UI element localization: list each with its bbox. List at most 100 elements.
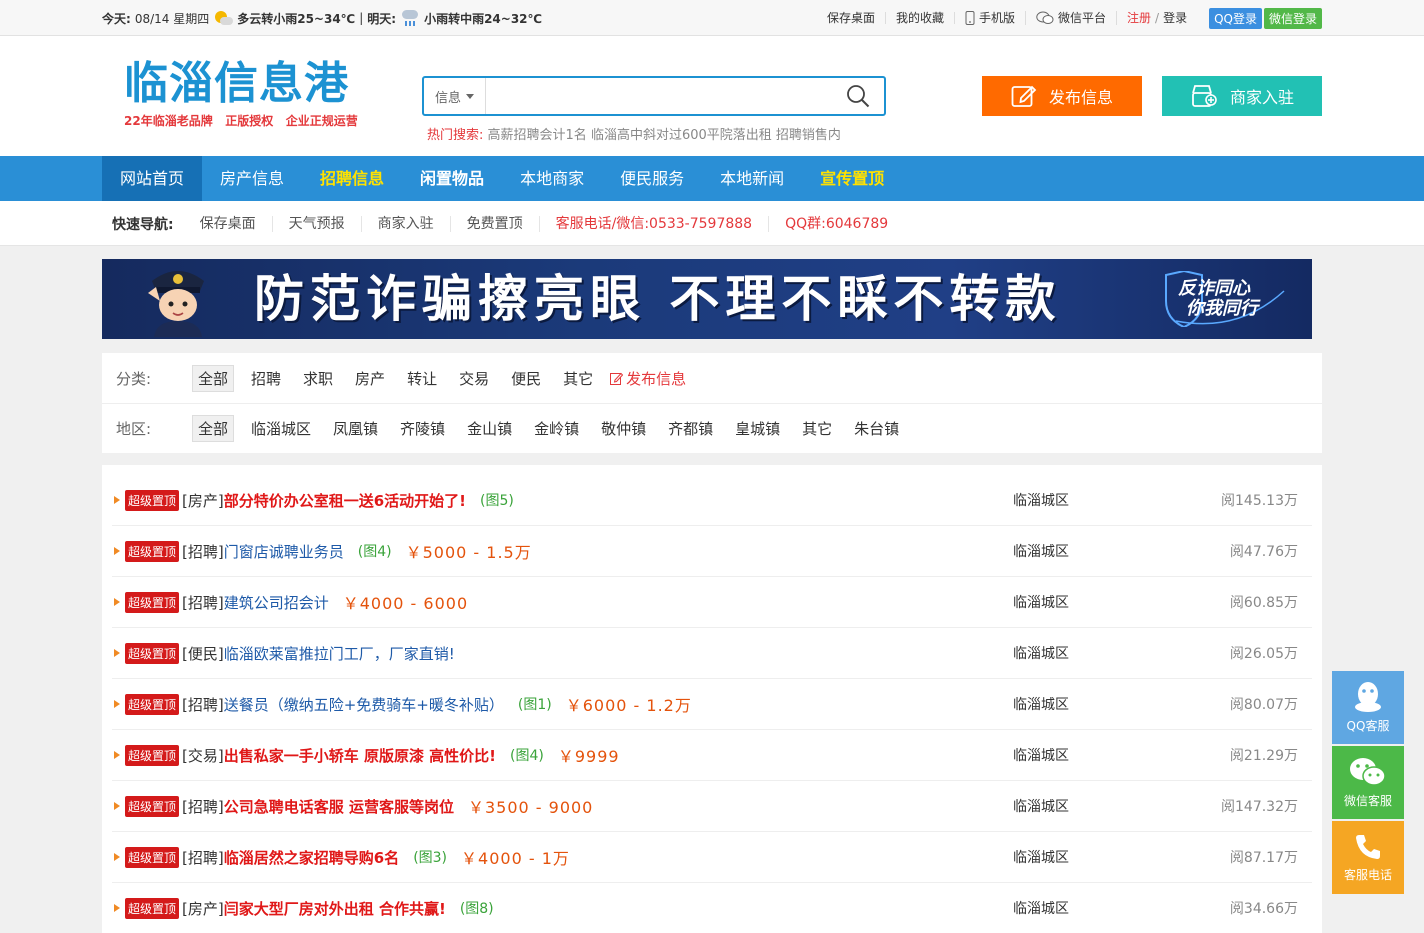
region-item[interactable]: 金山镇 — [462, 416, 517, 441]
quick-save-desktop[interactable]: 保存桌面 — [184, 216, 272, 232]
listing-row[interactable]: 超级置顶 [房产] 部分特价办公室租一送6活动开始了! (图5) 临淄城区 阅145.13… — [112, 475, 1312, 526]
listing-title-link[interactable]: 部分特价办公室租一送6活动开始了! — [224, 490, 466, 511]
region-item[interactable]: 皇城镇 — [730, 416, 785, 441]
category-trade[interactable]: 交易 — [454, 366, 494, 391]
category-transfer[interactable]: 转让 — [402, 366, 442, 391]
nav-real-estate[interactable]: 房产信息 — [202, 156, 302, 201]
hot-keyword[interactable]: 临淄高中斜对过600平院落出租 — [591, 128, 772, 143]
listing-title-link[interactable]: 送餐员（缴纳五险+免费骑车+暖冬补贴） — [224, 694, 504, 715]
arrow-right-icon — [114, 802, 120, 810]
nav-services[interactable]: 便民服务 — [602, 156, 702, 201]
listing-title-link[interactable]: 出售私家一手小轿车 原版原漆 高性价比! — [224, 745, 496, 766]
search-button[interactable] — [832, 78, 884, 114]
wechat-login-button[interactable]: 微信登录 — [1263, 7, 1322, 29]
category-other[interactable]: 其它 — [558, 366, 598, 391]
nav-local-business[interactable]: 本地商家 — [502, 156, 602, 201]
listing-row[interactable]: 超级置顶 [招聘] 门窗店诚聘业务员 (图4) ￥5000 - 1.5万 临淄城区 阅47.… — [112, 526, 1312, 577]
wechat-icon — [1350, 758, 1386, 786]
listing-views: 阅147.32万 — [1221, 799, 1298, 815]
top-pin-badge: 超级置顶 — [125, 540, 180, 562]
mobile-link-label: 手机版 — [978, 11, 1015, 25]
region-item[interactable]: 齐都镇 — [663, 416, 718, 441]
listing-title-link[interactable]: 临淄欧莱富推拉门工厂，厂家直销! — [224, 643, 455, 664]
listing-area: 临淄城区 — [1013, 901, 1069, 917]
region-item[interactable]: 金岭镇 — [529, 416, 584, 441]
phone-service-label: 客服电话 — [1343, 868, 1392, 882]
nav-home[interactable]: 网站首页 — [102, 156, 203, 201]
anti-fraud-banner[interactable]: 防范诈骗擦亮眼 不理不睬不转款 反诈同心 你我同行 — [102, 259, 1312, 339]
listing-row[interactable]: 超级置顶 [房产] 闫家大型厂房对外出租 合作共赢! (图8) 临淄城区 阅34.66万 — [112, 883, 1312, 933]
quick-nav-label: 快速导航: — [112, 216, 174, 233]
search-category-select[interactable]: 信息 — [424, 78, 486, 114]
login-link[interactable]: 登录 — [1163, 12, 1187, 24]
listing-views: 阅34.66万 — [1229, 901, 1298, 917]
mobile-link[interactable]: 手机版 — [955, 11, 1026, 25]
listing-title-link[interactable]: 公司急聘电话客服 运营客服等岗位 — [224, 796, 454, 817]
nav-news[interactable]: 本地新闻 — [702, 156, 802, 201]
category-all[interactable]: 全部 — [192, 364, 235, 392]
category-filter-row: 分类: 全部 招聘 求职 房产 转让 交易 便民 其它 发布信息 — [102, 353, 1322, 403]
today-weather: 多云转小雨25~34℃ — [237, 11, 356, 26]
region-all[interactable]: 全部 — [192, 415, 235, 442]
listing-title-link[interactable]: 临淄居然之家招聘导购6名 — [224, 847, 399, 868]
nav-jobs[interactable]: 招聘信息 — [302, 156, 402, 201]
qq-group: QQ群:6046789 — [768, 215, 904, 232]
region-item[interactable]: 朱台镇 — [849, 416, 904, 441]
register-link[interactable]: 注册 — [1127, 12, 1151, 24]
site-logo[interactable]: 临淄信息港 22年临淄老品牌 正版授权 企业正规运营 — [124, 58, 358, 129]
region-filter-label: 地区: — [116, 420, 152, 438]
listing-title-link[interactable]: 建筑公司招会计 — [224, 592, 329, 613]
top-pin-badge: 超级置顶 — [125, 846, 180, 868]
nav-promote[interactable]: 宣传置顶 — [802, 156, 902, 201]
weather-divider: | — [359, 11, 364, 25]
badge-line-1: 反诈同心 — [1178, 278, 1250, 299]
listing-title-link[interactable]: 门窗店诚聘业务员 — [224, 541, 344, 562]
wechat-service-button[interactable]: 微信客服 — [1332, 746, 1404, 819]
search-input[interactable] — [486, 78, 832, 114]
hot-keyword[interactable]: 招聘销售内 — [776, 128, 841, 143]
category-jobs[interactable]: 招聘 — [246, 366, 286, 391]
logo-slogan: 22年临淄老品牌 正版授权 企业正规运营 — [124, 114, 358, 128]
qq-service-button[interactable]: QQ客服 — [1332, 671, 1404, 744]
region-item[interactable]: 凤凰镇 — [328, 416, 383, 441]
phone-service-button[interactable]: 客服电话 — [1332, 821, 1404, 894]
listing-row[interactable]: 超级置顶 [交易] 出售私家一手小轿车 原版原漆 高性价比! (图4) ￥9999 临淄城… — [112, 730, 1312, 781]
nav-secondhand[interactable]: 闲置物品 — [402, 156, 502, 201]
filter-panel: 分类: 全部 招聘 求职 房产 转让 交易 便民 其它 发布信息 地区: 全部 … — [102, 353, 1322, 453]
quick-free-top[interactable]: 免费置顶 — [449, 215, 539, 232]
tomorrow-weather: 小雨转中雨24~32℃ — [424, 11, 543, 26]
listing-area: 临淄城区 — [1013, 799, 1069, 815]
region-item[interactable]: 其它 — [797, 416, 837, 441]
post-info-button[interactable]: 发布信息 — [982, 76, 1142, 116]
listing-row[interactable]: 超级置顶 [招聘] 建筑公司招会计 ￥4000 - 6000 临淄城区 阅60.85万 — [112, 577, 1312, 628]
top-pin-badge: 超级置顶 — [125, 489, 180, 511]
qq-login-button[interactable]: QQ登录 — [1209, 7, 1262, 29]
listing-row[interactable]: 超级置顶 [招聘] 临淄居然之家招聘导购6名 (图3) ￥4000 - 1万 临淄城区 阅8… — [112, 832, 1312, 883]
listing-title-link[interactable]: 闫家大型厂房对外出租 合作共赢! — [224, 898, 446, 919]
category-services[interactable]: 便民 — [506, 366, 546, 391]
region-item[interactable]: 敬仲镇 — [596, 416, 651, 441]
quick-weather[interactable]: 天气预报 — [271, 215, 361, 232]
listing-image-count: (图3) — [413, 850, 448, 866]
floating-service-panel: QQ客服 微信客服 客服电话 — [1332, 671, 1404, 896]
arrow-right-icon — [114, 547, 120, 555]
merchant-join-button[interactable]: 商家入驻 — [1162, 76, 1322, 116]
region-item[interactable]: 齐陵镇 — [395, 416, 450, 441]
arrow-right-icon — [114, 598, 120, 606]
hot-keyword[interactable]: 高薪招聘会计1名 — [488, 128, 587, 143]
listing-views: 阅47.76万 — [1229, 544, 1298, 560]
listing-category: [交易] — [182, 746, 224, 765]
save-desktop-link[interactable]: 保存桌面 — [817, 12, 886, 24]
listing-row[interactable]: 超级置顶 [招聘] 送餐员（缴纳五险+免费骑车+暖冬补贴） (图1) ￥6000 - 1… — [112, 679, 1312, 730]
account-separator: / — [1155, 11, 1160, 25]
region-item[interactable]: 临淄城区 — [246, 416, 316, 441]
wechat-platform-link[interactable]: 微信平台 — [1026, 11, 1117, 25]
category-real-estate[interactable]: 房产 — [350, 366, 390, 391]
category-job-seeking[interactable]: 求职 — [298, 366, 338, 391]
filter-post-info-link[interactable]: 发布信息 — [610, 368, 686, 389]
quick-merchant-join[interactable]: 商家入驻 — [360, 215, 450, 232]
favorites-link[interactable]: 我的收藏 — [886, 12, 955, 24]
qq-service-label: QQ客服 — [1346, 719, 1390, 733]
listing-row[interactable]: 超级置顶 [招聘] 公司急聘电话客服 运营客服等岗位 ￥3500 - 9000 临淄城区… — [112, 781, 1312, 832]
listing-row[interactable]: 超级置顶 [便民] 临淄欧莱富推拉门工厂，厂家直销! 临淄城区 阅26.05万 — [112, 628, 1312, 679]
